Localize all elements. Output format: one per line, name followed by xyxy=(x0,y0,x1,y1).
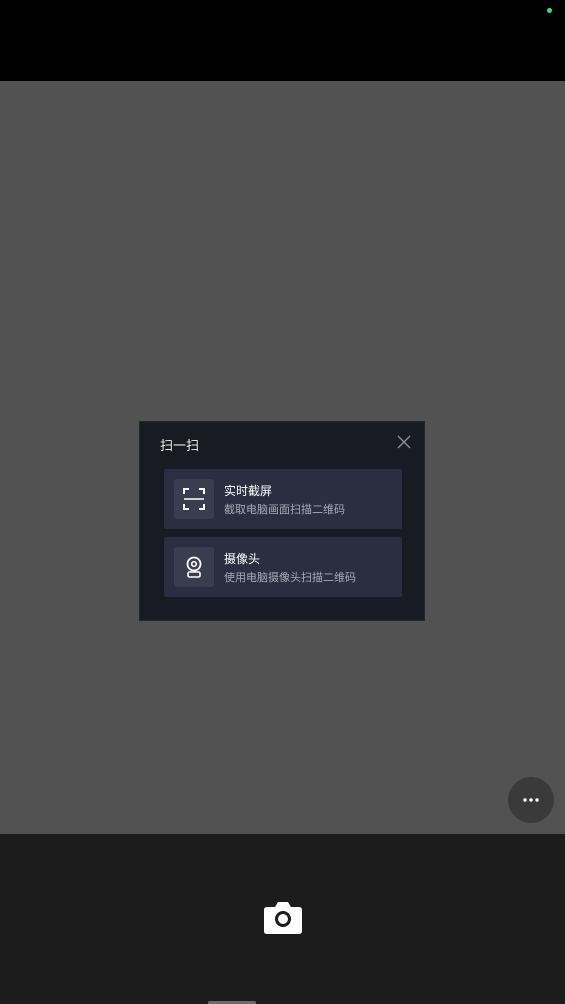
webcam-icon xyxy=(174,547,214,587)
more-dots-icon xyxy=(523,798,539,802)
close-icon xyxy=(397,435,411,449)
scan-frame-icon xyxy=(174,479,214,519)
status-indicator-dot xyxy=(547,8,552,13)
dialog-title: 扫一扫 xyxy=(160,439,200,454)
top-bar xyxy=(0,0,565,81)
more-button[interactable] xyxy=(508,777,554,823)
option-screen-capture[interactable]: 实时截屏 截取电脑画面扫描二维码 xyxy=(164,469,402,529)
option-description: 截取电脑画面扫描二维码 xyxy=(224,503,345,516)
capture-button[interactable] xyxy=(263,899,303,935)
option-webcam[interactable]: 摄像头 使用电脑摄像头扫描二维码 xyxy=(164,537,402,597)
close-button[interactable] xyxy=(394,432,414,452)
camera-icon xyxy=(264,902,302,934)
option-title: 摄像头 xyxy=(224,552,261,566)
scan-dialog: 扫一扫 实时截屏 截取电脑画面扫描二维码 摄像头 使用电脑摄像头扫描二维码 xyxy=(139,421,425,621)
option-title: 实时截屏 xyxy=(224,484,273,498)
option-description: 使用电脑摄像头扫描二维码 xyxy=(224,571,356,584)
